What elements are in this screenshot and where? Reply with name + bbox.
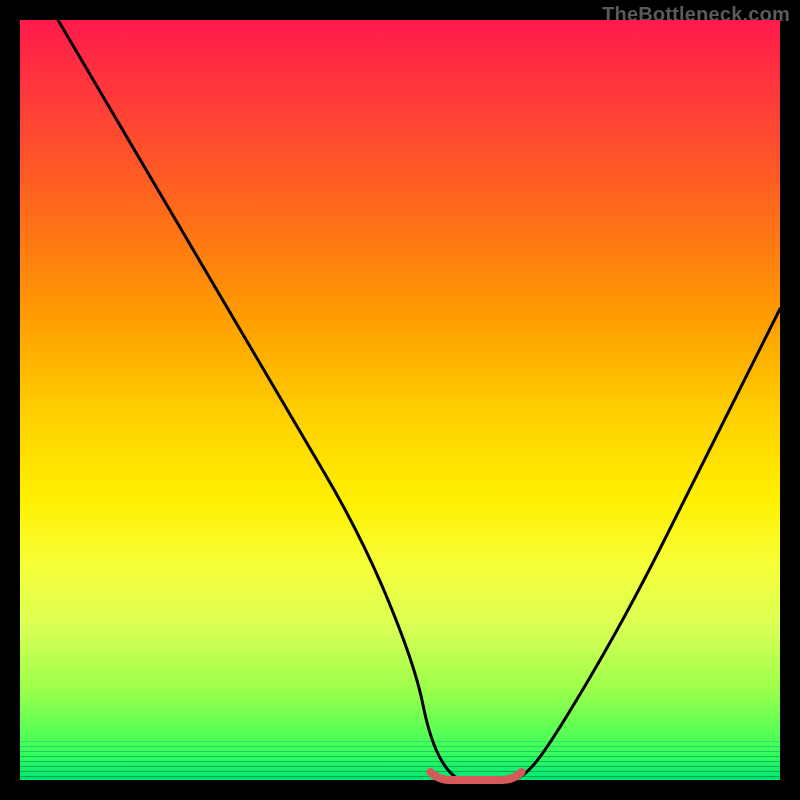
v-curve: [58, 20, 780, 780]
plot-area: [20, 20, 780, 780]
trough-highlight: [430, 772, 521, 780]
chart-frame: TheBottleneck.com: [0, 0, 800, 800]
curve-layer: [20, 20, 780, 780]
